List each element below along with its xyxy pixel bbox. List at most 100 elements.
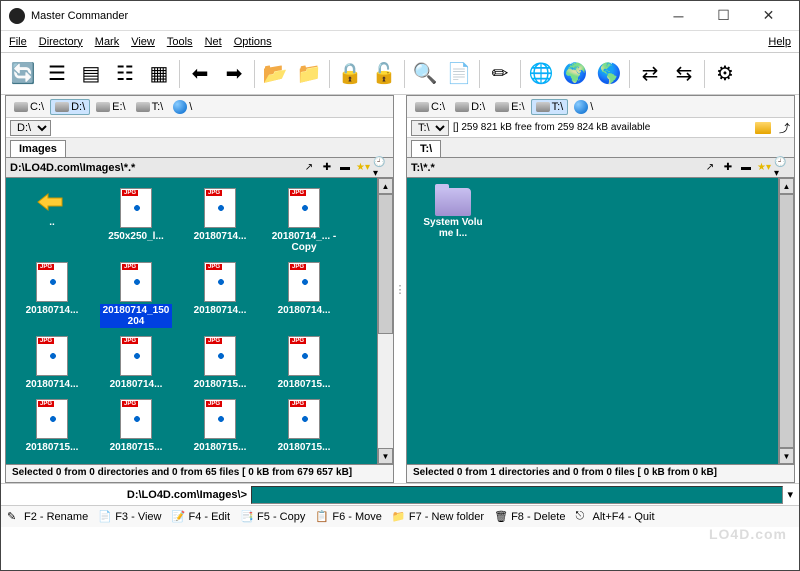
file-item[interactable]: JPG20180714_... - Copy <box>266 186 342 256</box>
pane-splitter[interactable] <box>398 95 402 483</box>
maximize-button[interactable]: ☐ <box>701 2 746 30</box>
file-item[interactable]: JPG20180714... <box>14 260 90 330</box>
arrow-left-icon[interactable]: ⬅ <box>184 58 216 90</box>
drive-button-d[interactable]: D:\ <box>50 99 90 115</box>
file-item[interactable]: JPG20180714... <box>182 260 258 330</box>
drive-button-e[interactable]: E:\ <box>92 100 129 114</box>
right-scrollbar[interactable]: ▲ ▼ <box>778 178 794 464</box>
view-list-icon[interactable]: ☰ <box>41 58 73 90</box>
drive-button-c[interactable]: C:\ <box>10 100 48 114</box>
fkey-f4[interactable]: 📝F4 - Edit <box>171 510 230 524</box>
file-label: 20180715... <box>108 441 165 454</box>
parent-folder-item[interactable]: .. <box>14 186 90 256</box>
right-file-grid[interactable]: System Volume I... <box>407 178 778 464</box>
file-label: System Volume I... <box>417 216 489 240</box>
folder-icon[interactable] <box>755 122 771 134</box>
drive-button-t[interactable]: T:\ <box>531 99 569 115</box>
gear-icon[interactable]: ⚙ <box>709 58 741 90</box>
scroll-up-icon[interactable]: ▲ <box>378 178 393 194</box>
left-drive-select[interactable]: D:\ <box>10 120 51 136</box>
menu-mark[interactable]: Mark <box>95 36 119 48</box>
fkey-f3[interactable]: 📄F3 - View <box>98 510 161 524</box>
folder-open-icon[interactable]: 📂 <box>259 58 291 90</box>
goto-icon[interactable]: ↗ <box>301 160 317 176</box>
goto-icon[interactable]: ↗ <box>702 160 718 176</box>
file-item[interactable]: JPG20180714... <box>14 334 90 393</box>
menu-view[interactable]: View <box>131 36 155 48</box>
new-icon[interactable]: ✚ <box>319 160 335 176</box>
file-item[interactable]: JPG20180715... <box>266 397 342 456</box>
drive-button-t[interactable]: T:\ <box>132 100 168 114</box>
hist-icon[interactable]: 🕘▾ <box>774 160 790 176</box>
folder-item[interactable]: System Volume I... <box>415 186 491 242</box>
globe-folder-icon[interactable]: 🌎 <box>593 58 625 90</box>
scroll-up-icon[interactable]: ▲ <box>779 178 794 194</box>
refresh-icon[interactable]: 🔄 <box>7 58 39 90</box>
scroll-down-icon[interactable]: ▼ <box>378 448 393 464</box>
right-drive-bar: C:\D:\E:\T:\\ <box>407 96 794 118</box>
file-item[interactable]: JPG20180714... <box>98 334 174 393</box>
new-icon[interactable]: ✚ <box>720 160 736 176</box>
menu-options[interactable]: Options <box>234 36 272 48</box>
file-item[interactable]: JPG20180715... <box>14 397 90 456</box>
fav-icon[interactable]: ★▾ <box>756 160 772 176</box>
search-icon[interactable]: 🔍 <box>409 58 441 90</box>
drive-icon <box>136 102 150 112</box>
globe-down-icon[interactable]: 🌐 <box>525 58 557 90</box>
drive-button-c[interactable]: C:\ <box>411 100 449 114</box>
drive-button-e[interactable]: E:\ <box>491 100 528 114</box>
hist-icon[interactable]: 🕘▾ <box>373 160 389 176</box>
arrow-right-icon[interactable]: ➡ <box>218 58 250 90</box>
del-icon[interactable]: ▬ <box>738 160 754 176</box>
cmd-dropdown-icon[interactable]: ▾ <box>787 488 793 501</box>
file-item[interactable]: JPG20180714... <box>182 186 258 256</box>
fkey-f5[interactable]: 📑F5 - Copy <box>240 510 305 524</box>
menu-file[interactable]: File <box>9 36 27 48</box>
file-label: 20180715... <box>24 441 81 454</box>
folder-up-small-icon[interactable]: ⤴ <box>779 120 790 136</box>
network-drive-button[interactable]: \ <box>169 99 196 115</box>
fkey-f7[interactable]: 📁F7 - New folder <box>392 510 484 524</box>
globe-up-icon[interactable]: 🌍 <box>559 58 591 90</box>
note-icon[interactable]: 📄 <box>443 58 475 90</box>
menu-tools[interactable]: Tools <box>167 36 193 48</box>
close-button[interactable]: ✕ <box>746 2 791 30</box>
main-toolbar: 🔄☰▤☷▦ ⬅➡ 📂📁 🔒🔓 🔍📄 ✏ 🌐🌍🌎 ⇄⇆ ⚙ <box>1 53 799 95</box>
file-item[interactable]: JPG20180714... <box>266 260 342 330</box>
fav-icon[interactable]: ★▾ <box>355 160 371 176</box>
command-input[interactable] <box>251 486 783 504</box>
network-drive-button[interactable]: \ <box>570 99 597 115</box>
right-drive-select[interactable]: T:\ <box>411 120 449 136</box>
left-file-grid[interactable]: ..JPG250x250_l...JPG20180714...JPG201807… <box>6 178 377 464</box>
sync-icon[interactable]: ⇆ <box>668 58 700 90</box>
fkey-alt-f4[interactable]: ⎋Alt+F4 - Quit <box>575 510 654 524</box>
folder-up-icon[interactable]: 📁 <box>293 58 325 90</box>
minimize-button[interactable]: ─ <box>656 2 701 30</box>
scroll-down-icon[interactable]: ▼ <box>779 448 794 464</box>
lock-icon[interactable]: 🔒 <box>334 58 366 90</box>
fkey-f8[interactable]: 🗑F8 - Delete <box>494 510 565 524</box>
file-item[interactable]: JPG20180715... <box>266 334 342 393</box>
del-icon[interactable]: ▬ <box>337 160 353 176</box>
file-item[interactable]: JPG20180715... <box>98 397 174 456</box>
menu-directory[interactable]: Directory <box>39 36 83 48</box>
view-tree-icon[interactable]: ☷ <box>109 58 141 90</box>
file-item[interactable]: JPG20180715... <box>182 334 258 393</box>
menu-net[interactable]: Net <box>205 36 222 48</box>
fkey-f2[interactable]: ✎F2 - Rename <box>7 510 88 524</box>
compare-icon[interactable]: ⇄ <box>634 58 666 90</box>
view-thumbs-icon[interactable]: ▦ <box>143 58 175 90</box>
lock-open-icon[interactable]: 🔓 <box>368 58 400 90</box>
menu-help[interactable]: Help <box>768 36 791 48</box>
file-label: 20180714... <box>108 378 165 391</box>
drive-button-d[interactable]: D:\ <box>451 100 489 114</box>
file-item[interactable]: JPG20180715... <box>182 397 258 456</box>
fkey-f6[interactable]: 📋F6 - Move <box>315 510 382 524</box>
right-tab[interactable]: T:\ <box>411 140 441 157</box>
left-scrollbar[interactable]: ▲ ▼ <box>377 178 393 464</box>
view-detail-icon[interactable]: ▤ <box>75 58 107 90</box>
file-item[interactable]: JPG20180714_150204 <box>98 260 174 330</box>
edit-icon[interactable]: ✏ <box>484 58 516 90</box>
file-item[interactable]: JPG250x250_l... <box>98 186 174 256</box>
left-tab[interactable]: Images <box>10 140 66 157</box>
